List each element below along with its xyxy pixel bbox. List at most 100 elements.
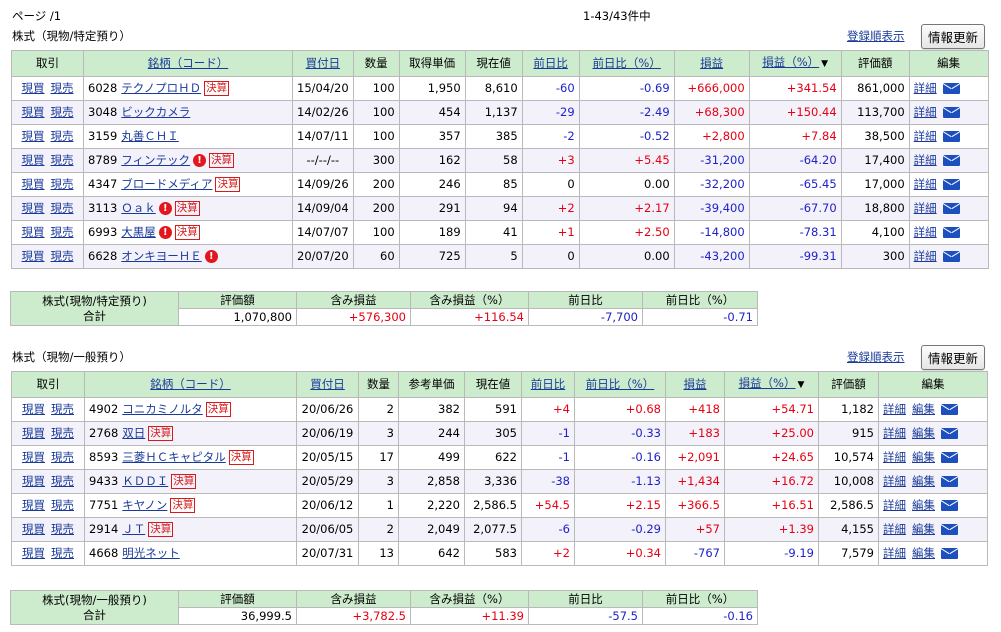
column-header-label[interactable]: 損益 [684,377,707,391]
earnings-badge[interactable]: 決算 [205,402,231,417]
earnings-badge[interactable]: 決算 [204,81,230,96]
column-header-label[interactable]: 前日比 [533,56,568,70]
detail-link[interactable]: 詳細 [883,450,906,464]
stock-name-link[interactable]: オンキヨーＨＥ [121,249,202,263]
detail-link[interactable]: 詳細 [883,474,906,488]
detail-link[interactable]: 詳細 [914,249,937,263]
sell-link[interactable]: 現売 [51,249,74,263]
column-header-label[interactable]: 損益（%） [762,55,819,69]
column-header[interactable]: 損益 [665,371,725,398]
earnings-badge[interactable]: 決算 [174,225,200,240]
column-header[interactable]: 前日比（%） [574,371,666,398]
sell-link[interactable]: 現売 [51,129,74,143]
column-header-label[interactable]: 買付日 [310,377,345,391]
column-header-label[interactable]: 銘柄（コード） [148,56,229,70]
buy-link[interactable]: 現買 [22,249,45,263]
stock-name-link[interactable]: ＪＴ [122,522,145,536]
detail-link[interactable]: 詳細 [914,177,937,191]
earnings-badge[interactable]: 決算 [228,450,254,465]
mail-icon[interactable] [941,500,958,511]
stock-name-link[interactable]: テクノプロＨＤ [121,81,201,95]
edit-link[interactable]: 編集 [912,450,935,464]
column-header-label[interactable]: 前日比（%） [586,377,654,391]
buy-link[interactable]: 現買 [22,177,45,191]
buy-link[interactable]: 現買 [22,105,45,119]
mail-icon[interactable] [941,476,958,487]
stock-name-link[interactable]: 明光ネット [122,546,180,560]
mail-icon[interactable] [942,131,960,142]
buy-link[interactable]: 現買 [22,474,45,488]
edit-link[interactable]: 編集 [912,498,935,512]
sort-by-registration-link-tokutei[interactable]: 登録順表示 [847,28,905,44]
mail-icon[interactable] [942,155,960,166]
edit-link[interactable]: 編集 [912,474,935,488]
column-header[interactable]: 損益（%） ▼ [724,371,819,398]
column-header-label[interactable]: 前日比（%） [592,56,660,70]
sell-link[interactable]: 現売 [51,474,74,488]
stock-name-link[interactable]: 丸善ＣＨＩ [121,129,179,143]
sort-desc-icon[interactable]: ▼ [798,380,805,390]
mail-icon[interactable] [941,452,958,463]
buy-link[interactable]: 現買 [22,498,45,512]
edit-link[interactable]: 編集 [912,426,935,440]
buy-link[interactable]: 現買 [22,426,45,440]
stock-name-link[interactable]: コニカミノルタ [122,402,203,416]
sort-by-registration-link-ippan[interactable]: 登録順表示 [847,349,905,365]
detail-link[interactable]: 詳細 [914,153,937,167]
earnings-badge[interactable]: 決算 [171,474,197,489]
stock-name-link[interactable]: ビックカメラ [121,105,190,119]
earnings-badge[interactable]: 決算 [170,498,196,513]
mail-icon[interactable] [942,107,960,118]
earnings-badge[interactable]: 決算 [148,522,174,537]
earnings-badge[interactable]: 決算 [209,153,235,168]
earnings-badge[interactable]: 決算 [215,177,241,192]
mail-icon[interactable] [942,251,960,262]
edit-link[interactable]: 編集 [912,546,935,560]
detail-link[interactable]: 詳細 [914,105,937,119]
alert-icon[interactable]: ! [158,202,172,215]
sell-link[interactable]: 現売 [51,201,74,215]
detail-link[interactable]: 詳細 [914,201,937,215]
buy-link[interactable]: 現買 [22,81,45,95]
buy-link[interactable]: 現買 [22,402,45,416]
stock-name-link[interactable]: ブロードメディア [121,177,212,191]
mail-icon[interactable] [941,548,958,559]
earnings-badge[interactable]: 決算 [148,426,174,441]
edit-link[interactable]: 編集 [912,522,935,536]
buy-link[interactable]: 現買 [22,546,45,560]
mail-icon[interactable] [941,524,958,535]
detail-link[interactable]: 詳細 [883,402,906,416]
sell-link[interactable]: 現売 [51,402,74,416]
detail-link[interactable]: 詳細 [914,225,937,239]
buy-link[interactable]: 現買 [22,225,45,239]
column-header[interactable]: 前日比（%） [578,50,675,77]
buy-link[interactable]: 現買 [22,153,45,167]
edit-link[interactable]: 編集 [912,402,935,416]
sell-link[interactable]: 現売 [51,177,74,191]
alert-icon[interactable]: ! [193,154,207,167]
column-header[interactable]: 損益（%） ▼ [748,50,842,77]
sort-desc-icon[interactable]: ▼ [821,59,828,69]
refresh-button-ippan[interactable]: 情報更新 [921,345,986,370]
stock-name-link[interactable]: Ｏａｋ [121,201,156,215]
column-header[interactable]: 買付日 [296,371,359,398]
column-header[interactable]: 買付日 [292,50,354,77]
stock-name-link[interactable]: 双日 [122,426,145,440]
detail-link[interactable]: 詳細 [883,498,906,512]
alert-icon[interactable]: ! [204,250,218,263]
detail-link[interactable]: 詳細 [883,522,906,536]
sell-link[interactable]: 現売 [51,225,74,239]
column-header[interactable]: 前日比 [521,371,575,398]
column-header-label[interactable]: 銘柄（コード） [150,377,231,391]
column-header[interactable]: 銘柄（コード） [84,371,297,398]
column-header[interactable]: 損益 [673,50,750,77]
detail-link[interactable]: 詳細 [914,81,937,95]
stock-name-link[interactable]: フィンテック [121,153,190,167]
sell-link[interactable]: 現売 [51,153,74,167]
mail-icon[interactable] [942,227,960,238]
sell-link[interactable]: 現売 [51,522,74,536]
mail-icon[interactable] [941,428,958,439]
column-header[interactable]: 銘柄（コード） [83,50,293,77]
detail-link[interactable]: 詳細 [883,546,906,560]
alert-icon[interactable]: ! [158,226,172,239]
